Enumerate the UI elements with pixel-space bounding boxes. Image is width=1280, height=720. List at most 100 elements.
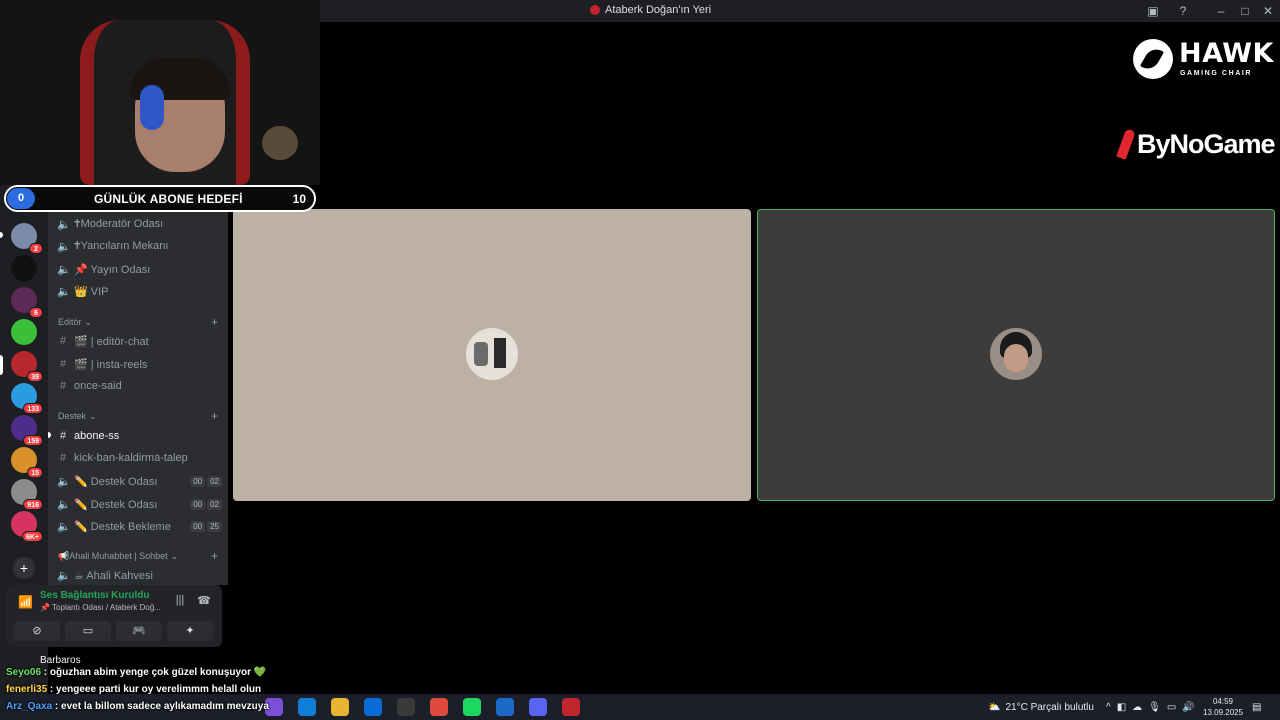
chevron-down-icon: ⌄	[170, 550, 179, 561]
limit-max: 02	[207, 475, 222, 487]
voice-channel[interactable]: 🔈 👑 VIP	[57, 281, 222, 301]
server-icon[interactable]: 6K+	[11, 511, 43, 542]
category-support[interactable]: Destek ⌄ +	[58, 409, 218, 423]
server-selected-pill	[0, 355, 3, 375]
taskbar-app-icon[interactable]	[298, 698, 316, 716]
microphone-icon[interactable]: 🎙	[1148, 702, 1161, 713]
voice-channel[interactable]: 🔈 ☕ Ahali Kahvesi	[57, 565, 222, 585]
chat-user: Arz_Qaxa	[6, 701, 53, 712]
voice-status[interactable]: Ses Bağlantısı Kuruldu	[40, 590, 149, 601]
add-channel-icon[interactable]: +	[211, 549, 218, 563]
speaker-icon: 🔈	[57, 218, 71, 231]
taskbar-app-icon[interactable]	[430, 698, 448, 716]
server-icon[interactable]: 133	[11, 383, 43, 414]
bynogame-brand-text: ByNoGame	[1137, 128, 1276, 159]
chat-user: Seyo06	[6, 667, 42, 678]
limit-current: 00	[190, 520, 206, 532]
chat-user: fenerli35	[6, 684, 48, 695]
voice-channel[interactable]: 🔈 ✏️ Destek Bekleme 00 25	[57, 516, 222, 536]
voice-connection-panel: 📶 Ses Bağlantısı Kuruldu 📌 Toplantı Odas…	[6, 585, 222, 647]
screen-share-button[interactable]: ▭	[65, 621, 111, 641]
add-server-button[interactable]: +	[13, 557, 35, 579]
chevron-up-icon[interactable]: ^	[1106, 702, 1111, 713]
minimize-icon[interactable]: –	[1213, 3, 1229, 19]
text-channel[interactable]: # 🎬 | insta-reels	[57, 354, 222, 374]
category-ahali[interactable]: 📢Ahali Muhabbet | Sohbet ⌄ +	[58, 549, 218, 563]
clock-time: 04:59	[1212, 697, 1234, 706]
taskbar-app-icon[interactable]	[463, 698, 481, 716]
server-badge: 133	[23, 403, 43, 414]
activity-button[interactable]: 🎮	[116, 621, 162, 641]
server-icon[interactable]: 39	[11, 351, 43, 382]
taskbar-app-icon[interactable]	[496, 698, 514, 716]
noise-suppression-icon[interactable]: |||	[172, 594, 188, 610]
video-tile-participant-1[interactable]	[233, 209, 751, 501]
add-channel-icon[interactable]: +	[211, 315, 218, 329]
tray-app-icon[interactable]: ◧	[1117, 702, 1126, 713]
voice-channel[interactable]: 🔈 🕇Moderatör Odası	[57, 214, 222, 234]
channel-list: 🔈 🕇Moderatör Odası 🔈 🕇Yancıların Mekanı 🔈 📌…	[48, 210, 228, 585]
server-icon[interactable]: 6	[11, 287, 43, 318]
avatar-figure	[494, 338, 506, 368]
cloud-icon[interactable]: ☁	[1132, 702, 1142, 713]
text-channel[interactable]: # once-said	[57, 376, 222, 396]
maximize-icon[interactable]: □	[1237, 3, 1253, 19]
channel-name: once-said	[74, 380, 122, 392]
text-channel-active[interactable]: # abone-ss	[57, 426, 222, 446]
text-channel[interactable]: # 🎬 | editör-chat	[57, 331, 222, 351]
taskbar-app-icon[interactable]	[562, 698, 580, 716]
chat-message: Seyo06 : oğuzhan abim yenge çok güzel ko…	[6, 664, 286, 681]
category-editor[interactable]: Editör ⌄ +	[58, 315, 218, 329]
server-badge: 916	[23, 499, 43, 510]
category-label: Editör	[58, 317, 82, 327]
server-icon[interactable]: 2	[11, 223, 43, 254]
chat-text: : oğuzhan abim yenge çok güzel konuşuyor	[41, 667, 254, 678]
hash-icon: #	[59, 335, 67, 347]
participant-avatar	[466, 328, 518, 380]
channel-name: 🎬 | editör-chat	[74, 335, 149, 348]
taskbar-app-icon[interactable]	[364, 698, 382, 716]
video-tile-participant-2-speaking[interactable]	[757, 209, 1275, 501]
inbox-icon[interactable]: ▣	[1145, 3, 1161, 19]
server-icon[interactable]	[11, 319, 37, 345]
hash-icon: #	[59, 380, 67, 392]
chat-message: fenerli35 : yengeee parti kur oy verelim…	[6, 681, 286, 698]
voice-channel[interactable]: 🔈 📌 Yayın Odası	[57, 259, 222, 279]
avatar-face	[1004, 344, 1028, 372]
weather-widget[interactable]: ⛅ 21°C Parçalı bulutlu	[988, 694, 1094, 720]
server-icon[interactable]: 916	[11, 479, 43, 510]
camera-off-button[interactable]: ⊘	[14, 621, 60, 641]
participant-avatar	[990, 328, 1042, 380]
server-icon[interactable]	[11, 255, 37, 281]
text-channel[interactable]: # kick-ban-kaldirma-talep	[57, 448, 222, 468]
category-label: Destek	[58, 411, 87, 421]
disconnect-icon[interactable]: ☎	[196, 594, 212, 610]
notification-icon[interactable]: ▤	[1252, 694, 1261, 720]
channel-name: 🕇Moderatör Odası	[74, 217, 164, 230]
volume-icon[interactable]: 🔊	[1182, 702, 1194, 713]
clock[interactable]: 04:59 13.09.2025	[1203, 696, 1243, 718]
limit-max: 25	[207, 520, 222, 532]
taskbar-app-icon[interactable]	[331, 698, 349, 716]
voice-channel-path[interactable]: 📌 Toplantı Odası / Ataberk Doğ...	[40, 603, 161, 612]
taskbar-app-icon[interactable]	[397, 698, 415, 716]
server-icon[interactable]: 159	[11, 415, 43, 446]
close-icon[interactable]: ✕	[1260, 3, 1276, 19]
stream-chat-overlay: Seyo06 : oğuzhan abim yenge çok güzel ko…	[6, 664, 286, 715]
voice-channel[interactable]: 🔈 ✏️ Destek Odası 00 02	[57, 494, 222, 514]
taskbar-app-icon[interactable]	[529, 698, 547, 716]
channel-name: ✏️ Destek Odası	[74, 498, 158, 511]
add-channel-icon[interactable]: +	[211, 409, 218, 423]
help-icon[interactable]: ?	[1175, 3, 1191, 19]
soundboard-button[interactable]: ✦	[167, 621, 213, 641]
server-badge: 6	[29, 307, 43, 318]
voice-channel[interactable]: 🔈 ✏️ Destek Odası 00 02	[57, 471, 222, 491]
server-badge: 2	[29, 243, 43, 254]
goal-current: 0	[7, 188, 35, 209]
server-unread-pill	[0, 232, 3, 238]
server-icon[interactable]: 15	[11, 447, 43, 478]
server-badge: 6K+	[21, 531, 43, 542]
limit-max: 02	[207, 498, 222, 510]
network-icon[interactable]: ▭	[1167, 702, 1176, 713]
voice-channel[interactable]: 🔈 🕇Yancıların Mekanı	[57, 236, 222, 256]
